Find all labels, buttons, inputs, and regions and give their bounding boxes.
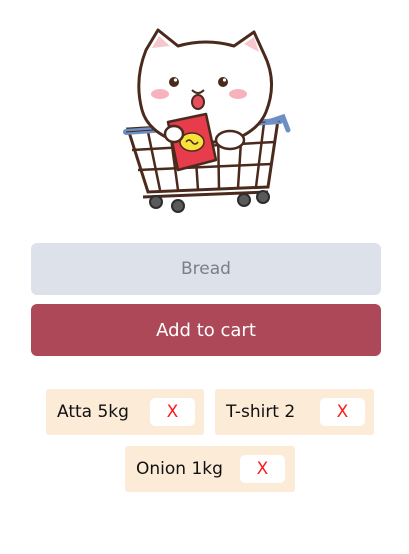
cat-paw-icon — [163, 124, 185, 144]
cart-item: Onion 1kg X — [125, 446, 295, 492]
cart-item: Atta 5kg X — [46, 389, 204, 435]
cart-item-label: T-shirt 2 — [226, 402, 296, 422]
cart-item-label: Atta 5kg — [57, 402, 129, 422]
shopping-cart-app: Add to cart Atta 5kg X T-shirt 2 X Onion… — [0, 0, 409, 554]
add-to-cart-button[interactable]: Add to cart — [31, 304, 381, 356]
cart-item-label: Onion 1kg — [136, 459, 223, 479]
item-input[interactable] — [31, 243, 381, 295]
remove-item-button[interactable]: X — [320, 398, 365, 426]
remove-item-button[interactable]: X — [240, 455, 285, 483]
cart-item: T-shirt 2 X — [215, 389, 374, 435]
cat-in-cart-illustration — [123, 28, 291, 213]
remove-item-button[interactable]: X — [150, 398, 195, 426]
